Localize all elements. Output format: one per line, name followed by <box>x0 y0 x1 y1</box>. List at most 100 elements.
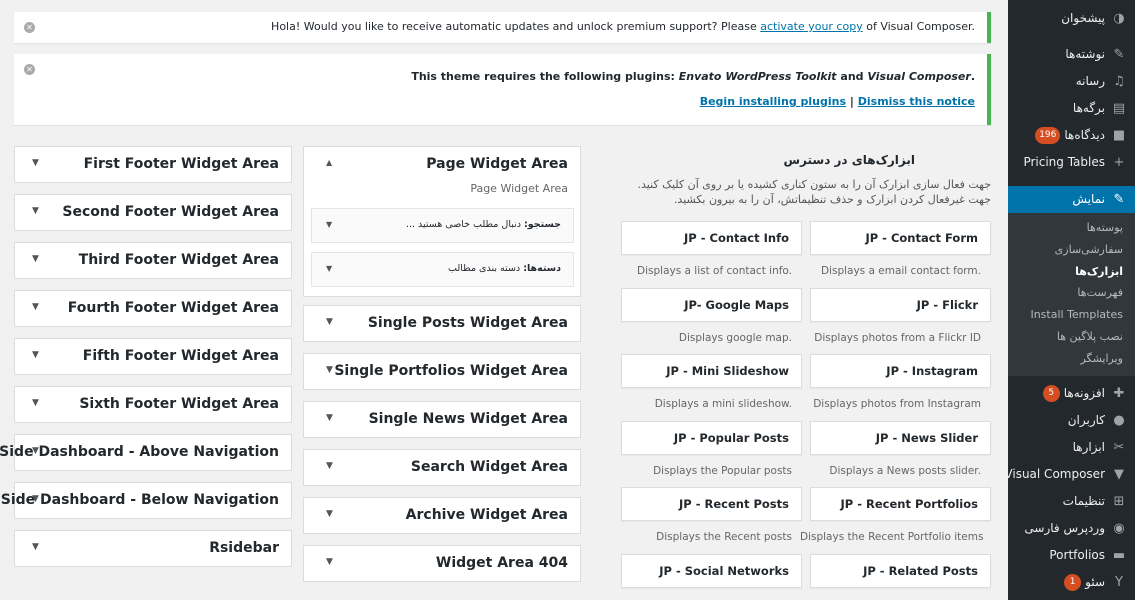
widget-area[interactable]: Single Posts Widget Area ▼ <box>303 305 581 342</box>
expand-arrow-icon[interactable]: ▼ <box>32 254 39 264</box>
menu-item-users[interactable]: ● کاربران <box>1008 407 1135 434</box>
menu-label: نوشته‌ها <box>1065 47 1105 61</box>
menu-label: Portfolios <box>1049 547 1105 562</box>
widget-tile[interactable]: JP - Recent Portfolios <box>810 487 991 521</box>
menu-item-plugins[interactable]: ✚ افزونه‌ها5 <box>1008 380 1135 407</box>
begin-installing-link[interactable]: Begin installing plugins <box>700 95 846 108</box>
expand-arrow-icon[interactable]: ▼ <box>32 494 39 504</box>
widget-tile[interactable]: JP- Google Maps <box>621 287 802 322</box>
submenu-item[interactable]: Install Templates <box>1008 304 1135 326</box>
expand-arrow-icon[interactable]: ▼ <box>32 158 39 168</box>
menu-item-wp-farsi[interactable]: ◉ وردپرس فارسی <box>1008 515 1135 542</box>
widget-title: JP - Recent Posts <box>679 497 789 511</box>
widget-title: JP - Flickr <box>916 297 978 312</box>
menu-item-visual-composer[interactable]: ▼ Visual Composer <box>1004 461 1135 488</box>
widget-area[interactable]: Search Widget Area ▼ <box>303 449 581 486</box>
menu-item-dashboard[interactable]: ◑ پیشخوان <box>1008 5 1135 32</box>
menu-label: ابزارها <box>1072 439 1105 454</box>
widget-tile[interactable]: JP - Instagram <box>810 354 991 388</box>
menu-item-settings[interactable]: ⊞ تنظیمات <box>1008 488 1135 515</box>
dismiss-icon[interactable]: ✕ <box>24 64 35 75</box>
widget-tile[interactable]: JP - Social Networks <box>621 553 802 588</box>
menu-item-pin[interactable]: ✎ نوشته‌ها <box>1008 41 1135 68</box>
expand-arrow-icon[interactable]: ▼ <box>326 365 333 375</box>
expand-arrow-icon[interactable]: ▼ <box>326 461 333 471</box>
expand-arrow-icon[interactable]: ▼ <box>32 446 39 456</box>
activate-copy-link[interactable]: activate your copy <box>760 20 863 33</box>
expand-arrow-icon[interactable]: ▼ <box>326 220 332 229</box>
expand-arrow-icon[interactable]: ▼ <box>32 302 39 312</box>
expand-arrow-icon[interactable]: ▼ <box>32 350 39 360</box>
widget-area[interactable]: Single Portfolios Widget Area ▼ <box>303 353 581 390</box>
expand-arrow-icon[interactable]: ▼ <box>32 542 39 552</box>
widget-area[interactable]: Fourth Footer Widget Area ▼ <box>14 290 292 327</box>
submenu-item[interactable]: سفارشی‌سازی <box>1008 239 1135 261</box>
dismiss-icon[interactable]: ✕ <box>24 22 35 33</box>
widget-tile[interactable]: JP - Recent Posts <box>621 487 802 521</box>
widget-area[interactable]: Fifth Footer Widget Area ▼ <box>14 338 292 375</box>
widget-tile[interactable]: JP - Related Posts <box>810 553 991 588</box>
sidebar-title: First Footer Widget Area <box>83 156 279 172</box>
widget-area[interactable]: Third Footer Widget Area ▼ <box>14 242 292 279</box>
submenu-item[interactable]: ویرایشگر <box>1008 348 1135 370</box>
widget-area[interactable]: Sixth Footer Widget Area ▼ <box>14 386 292 423</box>
widget-tile[interactable]: JP - News Slider <box>810 420 991 455</box>
expand-arrow-icon[interactable]: ▼ <box>326 264 332 273</box>
widget-area[interactable]: Rsidebar ▼ <box>14 530 292 567</box>
sidebar-title: Side Dashboard - Below Navigation <box>0 492 279 508</box>
sidebar-title: Fourth Footer Widget Area <box>67 300 279 316</box>
widget-area[interactable]: Archive Widget Area ▼ <box>303 497 581 534</box>
widget-tile[interactable]: JP - Contact Info <box>621 221 802 255</box>
menu-label: تنظیمات <box>1062 493 1105 508</box>
submenu-item[interactable]: ابزارک‌ها <box>1008 261 1135 283</box>
menu-item-comments[interactable]: ■ دیدگاه‌ها196 <box>1008 122 1135 149</box>
submenu-item[interactable]: فهرست‌ها <box>1008 282 1135 304</box>
widget-description: Displays the Recent posts <box>656 531 792 543</box>
expand-arrow-icon[interactable]: ▼ <box>326 413 333 423</box>
dismiss-notice-link[interactable]: Dismiss this notice <box>858 95 975 108</box>
sidebar-title: Side Dashboard - Above Navigation <box>0 444 279 460</box>
widget-title: JP- Google Maps <box>684 297 789 312</box>
expand-arrow-icon[interactable]: ▼ <box>326 317 333 327</box>
widget-title: JP - Social Networks <box>659 563 789 578</box>
widget-label: دسته‌ها: <box>523 263 561 274</box>
widget-title: JP - Mini Slideshow <box>666 364 789 378</box>
menu-item-portfolios[interactable]: ▬ Portfolios <box>1008 542 1135 569</box>
widget-tile[interactable]: JP - Mini Slideshow <box>621 354 802 388</box>
widget-tile[interactable]: JP - Popular Posts <box>621 420 802 455</box>
portfolios-icon: ▬ <box>1112 547 1126 563</box>
page-widget-area[interactable]: Page Widget Area ▲ Page Widget Area جستج… <box>303 146 581 297</box>
widget-tile[interactable]: JP - Contact Form <box>810 221 991 255</box>
menu-item-brush[interactable]: ✎ نمایش <box>1008 186 1135 213</box>
expand-arrow-icon[interactable]: ▼ <box>32 206 39 216</box>
widget-value: دنبال مطلب خاصی هستید ... <box>405 219 521 230</box>
menu-label: پیشخوان <box>1061 11 1105 25</box>
settings-icon: ⊞ <box>1113 493 1125 509</box>
widget-area[interactable]: Side Dashboard - Below Navigation ▼ <box>1 482 292 519</box>
categories-widget[interactable]: دسته‌ها: دسته بندی مطالب ▼ <box>311 252 574 287</box>
submenu-item[interactable]: نصب پلاگین ها <box>1008 326 1135 348</box>
widget-area[interactable]: First Footer Widget Area ▼ <box>14 146 292 183</box>
menu-label: افزونه‌ها <box>1063 385 1105 400</box>
expand-arrow-icon[interactable]: ▼ <box>326 557 333 567</box>
widget-area[interactable]: Single News Widget Area ▼ <box>303 401 581 438</box>
menu-item-pages[interactable]: ▤ برگه‌ها <box>1008 95 1135 122</box>
widget-area[interactable]: Side Dashboard - Above Navigation ▼ <box>0 434 292 471</box>
widget-title: JP - Popular Posts <box>673 430 789 445</box>
count-badge: 1 <box>1064 573 1082 591</box>
menu-item-tools[interactable]: ✂ ابزارها <box>1008 434 1135 461</box>
search-widget[interactable]: جستجو: دنبال مطلب خاصی هستید ... ▼ <box>311 208 574 243</box>
menu-item-seo[interactable]: Y سئو1 <box>1008 569 1135 596</box>
widget-tile[interactable]: JP - Flickr <box>810 287 991 322</box>
widget-area[interactable]: Widget Area 404 ▼ <box>303 545 581 582</box>
expand-arrow-icon[interactable]: ▼ <box>326 509 333 519</box>
widget-value: دسته بندی مطالب <box>448 263 521 274</box>
dashboard-icon: ◑ <box>1113 11 1125 26</box>
menu-item-media[interactable]: ♫ رسانه <box>1008 68 1135 95</box>
submenu-item[interactable]: پوسته‌ها <box>1008 217 1135 239</box>
collapse-arrow-icon[interactable]: ▲ <box>326 158 332 167</box>
expand-arrow-icon[interactable]: ▼ <box>32 398 39 408</box>
available-widgets-description: جهت فعال سازی ابزارک آن را به ستون کناری… <box>637 178 991 206</box>
widget-area[interactable]: Second Footer Widget Area ▼ <box>14 194 292 231</box>
menu-item-plus[interactable]: + Pricing Tables <box>1008 149 1135 176</box>
